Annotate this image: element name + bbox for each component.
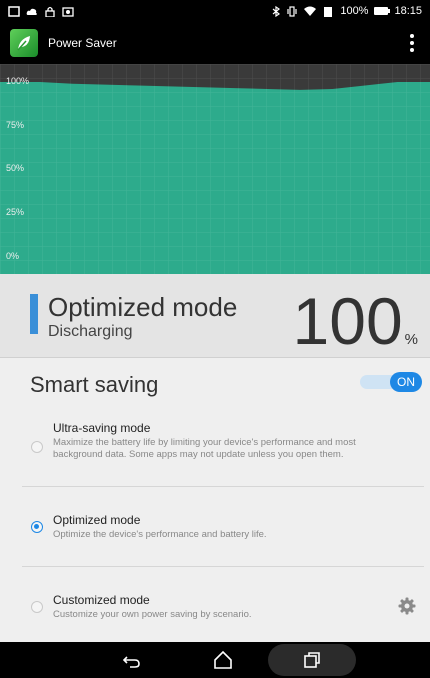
y-tick-0: 0% (6, 251, 20, 261)
battery-icon (374, 7, 391, 15)
app-title: Power Saver (48, 36, 117, 50)
image-icon (62, 6, 74, 17)
smart-saving-toggle[interactable]: ON (360, 372, 422, 392)
back-icon[interactable] (120, 648, 144, 672)
ultra-saving-radio[interactable] (31, 441, 43, 453)
more-options-icon[interactable] (404, 33, 420, 53)
smart-saving-section: Smart saving ON Ultra-saving mode Maximi… (0, 358, 430, 642)
option-description: Maximize the battery life by limiting yo… (53, 437, 356, 460)
y-tick-25: 25% (6, 207, 25, 217)
battery-history-graph (0, 64, 430, 274)
option-description: Customize your own power saving by scena… (53, 609, 252, 620)
lock-icon (45, 6, 55, 17)
battery-level-display: 100 % (293, 288, 418, 354)
notification-icon (8, 5, 20, 17)
bluetooth-icon (272, 5, 281, 17)
mode-accent-bar (30, 294, 38, 334)
battery-saver-icon (324, 6, 333, 17)
option-title: Optimized mode (53, 513, 141, 527)
charging-state: Discharging (48, 323, 133, 340)
battery-history-chart: 100% 75% 50% 25% 0% (0, 64, 430, 274)
status-bar: 100% 18:15 (0, 0, 430, 22)
cloud-icon (26, 8, 37, 15)
battery-level-number: 100 (292, 284, 403, 358)
divider (22, 486, 424, 487)
recents-icon[interactable] (300, 648, 324, 672)
customized-option[interactable]: Customized mode Customize your own power… (22, 590, 424, 624)
clock: 18:15 (394, 5, 422, 17)
gear-icon[interactable] (398, 597, 416, 615)
divider (22, 566, 424, 567)
y-tick-50: 50% (6, 163, 25, 173)
y-tick-100: 100% (6, 76, 30, 86)
option-title: Customized mode (53, 593, 150, 607)
customized-radio[interactable] (31, 601, 43, 613)
smart-saving-title: Smart saving (30, 372, 159, 397)
toggle-knob: ON (390, 372, 422, 392)
home-icon[interactable] (211, 648, 235, 672)
current-mode-title: Optimized mode (48, 292, 238, 322)
optimized-option[interactable]: Optimized mode Optimize the device's per… (22, 510, 424, 544)
ultra-saving-option[interactable]: Ultra-saving mode Maximize the battery l… (22, 418, 424, 482)
navigation-bar (0, 642, 430, 678)
optimized-radio[interactable] (31, 521, 43, 533)
wifi-icon (304, 6, 317, 16)
battery-percent-text: 100% (340, 5, 369, 17)
mode-summary-panel: Optimized mode Discharging 100 % (0, 274, 430, 358)
option-description: Optimize the device's performance and ba… (53, 529, 267, 540)
leaf-icon (10, 29, 38, 57)
app-bar: Power Saver (0, 22, 430, 64)
option-title: Ultra-saving mode (53, 421, 151, 435)
y-tick-75: 75% (6, 120, 25, 130)
battery-level-unit: % (404, 331, 418, 348)
vibrate-icon (287, 5, 297, 17)
